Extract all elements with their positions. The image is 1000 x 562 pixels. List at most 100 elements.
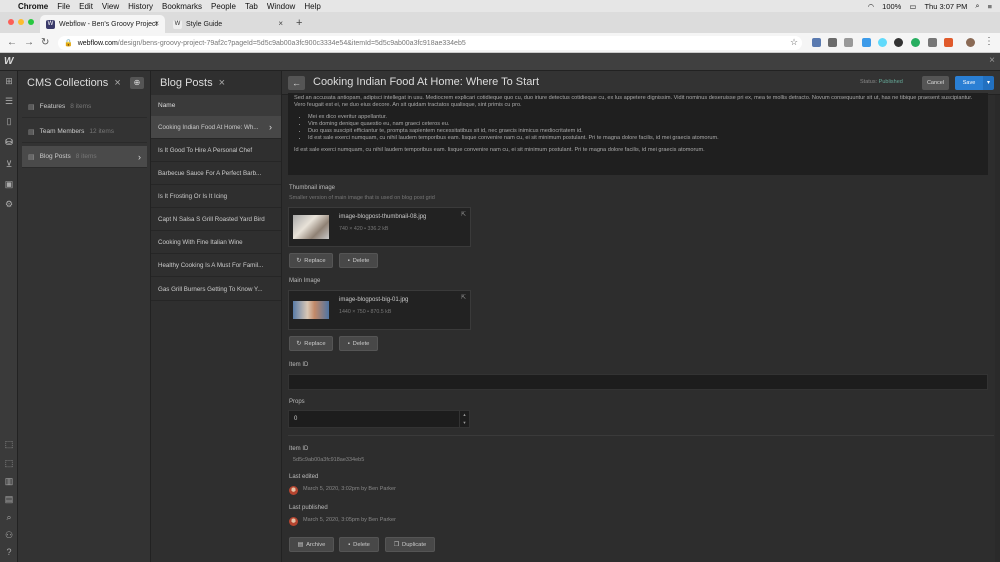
collection-item-blog-posts[interactable]: ▤ Blog Posts 8 items › — [22, 146, 147, 168]
tab-style-guide[interactable]: W Style Guide × — [167, 15, 289, 33]
url-field[interactable]: 🔒 webflow.com /design/bens-groovy-projec… — [58, 36, 802, 50]
wifi-icon[interactable]: ◠ — [868, 2, 875, 11]
close-icon[interactable]: × — [278, 19, 283, 28]
menu-history[interactable]: History — [128, 2, 153, 11]
select-tool-icon[interactable]: ⬚ — [4, 439, 14, 449]
bookmark-star-icon[interactable]: ☆ — [790, 37, 798, 48]
menu-view[interactable]: View — [102, 2, 119, 11]
menu-list-icon[interactable]: ≡ — [988, 2, 992, 11]
avatar — [289, 486, 298, 495]
replace-button[interactable]: ↻ Replace — [289, 336, 333, 351]
box-select-icon[interactable]: ⬚ — [4, 458, 14, 468]
delete-item-button[interactable]: ▪ Delete — [339, 537, 379, 552]
menu-edit[interactable]: Edit — [79, 2, 93, 11]
audit-icon[interactable]: ▤ — [4, 494, 14, 504]
menu-bookmarks[interactable]: Bookmarks — [162, 2, 202, 11]
settings-gear-icon[interactable]: ⚙ — [4, 199, 14, 209]
more-vertical-icon[interactable]: ⋮ — [984, 36, 994, 47]
delete-button[interactable]: ▪ Delete — [339, 253, 378, 268]
collection-icon: ▤ — [28, 153, 35, 161]
close-icon[interactable]: × — [154, 19, 159, 28]
window-zoom-button[interactable] — [28, 19, 34, 25]
add-collection-button[interactable]: ⊕ — [130, 77, 144, 89]
battery-percent: 100% — [882, 1, 902, 11]
list-item[interactable]: Cooking With Fine Italian Wine — [151, 231, 281, 254]
ecommerce-cart-icon[interactable]: ⊻ — [4, 159, 14, 169]
reload-icon[interactable]: ↻ — [41, 37, 49, 48]
thumbnail-image-field[interactable]: image-blogpost-thumbnail-08.jpg 740 × 42… — [288, 207, 471, 247]
clock[interactable]: Thu 3:07 PM — [924, 2, 967, 11]
archive-button[interactable]: ▤ Archive — [289, 537, 334, 552]
menu-file[interactable]: File — [57, 2, 70, 11]
close-icon[interactable]: × — [114, 77, 120, 89]
menu-help[interactable]: Help — [304, 2, 320, 11]
react-extension-icon[interactable] — [878, 38, 887, 47]
external-link-icon[interactable]: ⇱ — [461, 211, 466, 218]
menu-people[interactable]: People — [211, 2, 236, 11]
extension-icon[interactable] — [894, 38, 903, 47]
forward-arrow-icon[interactable]: → — [24, 37, 34, 48]
replace-button[interactable]: ↻ Replace — [289, 253, 333, 268]
back-arrow-icon[interactable]: ← — [7, 37, 17, 48]
external-link-icon[interactable]: ⇱ — [461, 294, 466, 301]
list-item[interactable]: Cooking Indian Food At Home: Wh... › — [151, 116, 281, 139]
duplicate-button[interactable]: ❐ Duplicate — [385, 537, 435, 552]
grid-overlay-icon[interactable]: ▥ — [4, 476, 14, 486]
extension-icon[interactable] — [862, 38, 871, 47]
save-button[interactable]: Save — [955, 76, 983, 90]
image-filename: image-blogpost-big-01.jpg — [339, 297, 409, 303]
navigator-icon[interactable]: ☰ — [4, 96, 14, 106]
profile-avatar[interactable] — [966, 38, 975, 47]
item-id-input[interactable] — [288, 374, 988, 390]
close-icon[interactable]: × — [989, 55, 995, 66]
webflow-logo[interactable]: W — [4, 56, 13, 67]
list-item[interactable]: Barbecue Sauce For A Perfect Barb... — [151, 162, 281, 185]
list-item[interactable]: Capt N Salsa S Grill Roasted Yard Bird — [151, 208, 281, 231]
close-icon[interactable]: × — [219, 77, 225, 89]
item-editor: ← Cooking Indian Food At Home: Where To … — [282, 71, 1000, 562]
battery-icon[interactable]: ▭ — [909, 2, 916, 11]
menu-tab[interactable]: Tab — [245, 2, 258, 11]
extension-icon[interactable] — [944, 38, 953, 47]
delete-button[interactable]: ▪ Delete — [339, 336, 378, 351]
list-item[interactable]: Is It Frosting Or Is It Icing — [151, 185, 281, 208]
collection-count: 8 items — [70, 103, 92, 110]
cms-database-icon[interactable]: ⛁ — [4, 137, 14, 147]
collection-item-team-members[interactable]: ▤ Team Members 12 items — [22, 121, 147, 143]
add-panel-icon[interactable]: ⊞ — [4, 76, 14, 86]
extension-icon[interactable] — [828, 38, 837, 47]
list-item[interactable]: Is It Good To Hire A Personal Chef — [151, 139, 281, 162]
scrollbar[interactable] — [995, 95, 1000, 562]
pages-icon[interactable]: ▯ — [4, 116, 14, 126]
extension-icon[interactable] — [812, 38, 821, 47]
back-button[interactable]: ← — [288, 76, 305, 90]
users-icon[interactable]: ⚇ — [4, 530, 14, 540]
chevron-down-icon[interactable]: ▾ — [983, 76, 994, 90]
extension-icon[interactable] — [928, 38, 937, 47]
extension-icon[interactable] — [911, 38, 920, 47]
window-minimize-button[interactable] — [18, 19, 24, 25]
search-icon[interactable]: ⌕ — [4, 512, 14, 522]
cancel-button[interactable]: Cancel — [922, 76, 949, 90]
assets-icon[interactable]: ▣ — [4, 179, 14, 189]
main-image-field[interactable]: image-blogpost-big-01.jpg 1440 × 750 • 8… — [288, 290, 471, 330]
menu-chrome[interactable]: Chrome — [18, 2, 48, 11]
extension-icon[interactable] — [844, 38, 853, 47]
window-close-button[interactable] — [8, 19, 14, 25]
list-item[interactable]: Healthy Cooking Is A Must For Famil... — [151, 254, 281, 277]
collection-item-features[interactable]: ▤ Features 8 items — [22, 96, 147, 118]
menu-window[interactable]: Window — [267, 2, 295, 11]
column-header-name[interactable]: Name — [151, 95, 281, 117]
chevron-up-icon[interactable]: ▲ — [460, 411, 469, 419]
lock-icon: 🔒 — [64, 40, 73, 47]
tab-label: Webflow - Ben's Groovy Project — [59, 20, 158, 28]
help-icon[interactable]: ? — [4, 547, 14, 557]
quantity-stepper[interactable]: ▲ ▼ — [459, 411, 469, 427]
new-tab-icon[interactable]: + — [296, 17, 302, 29]
props-number-input[interactable]: 0 ▲ ▼ — [288, 410, 470, 428]
search-icon[interactable]: ⌕ — [975, 1, 979, 11]
rich-text-editor[interactable]: Sed an accusata antiopam, adipisci intel… — [288, 93, 988, 175]
tab-webflow[interactable]: W Webflow - Ben's Groovy Project × — [40, 15, 165, 33]
list-item[interactable]: Gas Grill Burners Getting To Know Y... — [151, 278, 281, 301]
chevron-down-icon[interactable]: ▼ — [460, 419, 469, 427]
